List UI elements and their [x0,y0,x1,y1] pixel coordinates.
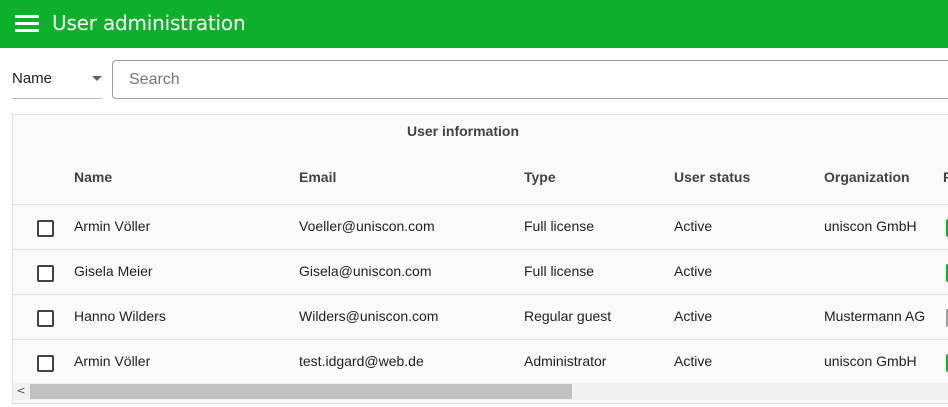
cell-organization: uniscon GmbH [824,353,917,369]
cell-email: test.idgard@web.de [299,353,424,369]
cell-organization: Mustermann AG [824,308,926,324]
row-checkbox[interactable] [37,310,54,327]
table-header-row: Name Email Type User status Organization… [13,147,948,205]
column-header-user-status[interactable]: User status [674,169,750,185]
cell-email: Gisela@uniscon.com [299,263,432,279]
column-group-title: User information [406,123,519,139]
cell-name: Gisela Meier [74,263,153,279]
cell-name: Armin Völler [74,218,151,234]
table-row[interactable]: Gisela Meier Gisela@uniscon.com Full lic… [13,250,948,295]
page-title: User administration [52,11,246,35]
cell-email: Wilders@uniscon.com [299,308,439,324]
scroll-left-icon[interactable]: < [15,385,27,397]
cell-type: Administrator [524,353,607,369]
user-table: User information Name Email Type User st… [12,114,948,404]
column-header-type[interactable]: Type [524,169,556,185]
caret-down-icon [92,76,102,81]
table-row[interactable]: Armin Völler Voeller@uniscon.com Full li… [13,205,948,250]
table-row[interactable]: Hanno Wilders Wilders@uniscon.com Regula… [13,295,948,340]
search-input[interactable] [112,60,948,99]
row-checkbox[interactable] [37,265,54,282]
cell-name: Armin Völler [74,353,151,369]
menu-icon[interactable] [15,15,39,33]
search-field-select[interactable]: Name [12,60,102,99]
column-header-organization[interactable]: Organization [824,169,910,185]
column-group-header: User information [13,115,948,147]
scrollbar-thumb[interactable] [30,384,572,399]
column-header-name[interactable]: Name [74,169,112,185]
cell-type: Full license [524,218,595,234]
cell-user-status: Active [674,263,713,279]
horizontal-scrollbar[interactable]: < [13,383,948,400]
app-bar: User administration [0,0,948,48]
cell-email: Voeller@uniscon.com [299,218,435,234]
row-checkbox[interactable] [37,220,54,237]
cell-user-status: Active [674,308,713,324]
search-field-select-value: Name [12,70,53,87]
row-checkbox[interactable] [37,355,54,372]
column-header-truncated[interactable]: F [943,169,948,185]
cell-type: Regular guest [524,308,612,324]
column-header-email[interactable]: Email [299,169,336,185]
cell-type: Full license [524,263,595,279]
cell-user-status: Active [674,353,713,369]
cell-organization: uniscon GmbH [824,218,917,234]
cell-name: Hanno Wilders [74,308,166,324]
cell-user-status: Active [674,218,713,234]
table-row[interactable]: Armin Völler test.idgard@web.de Administ… [13,340,948,385]
